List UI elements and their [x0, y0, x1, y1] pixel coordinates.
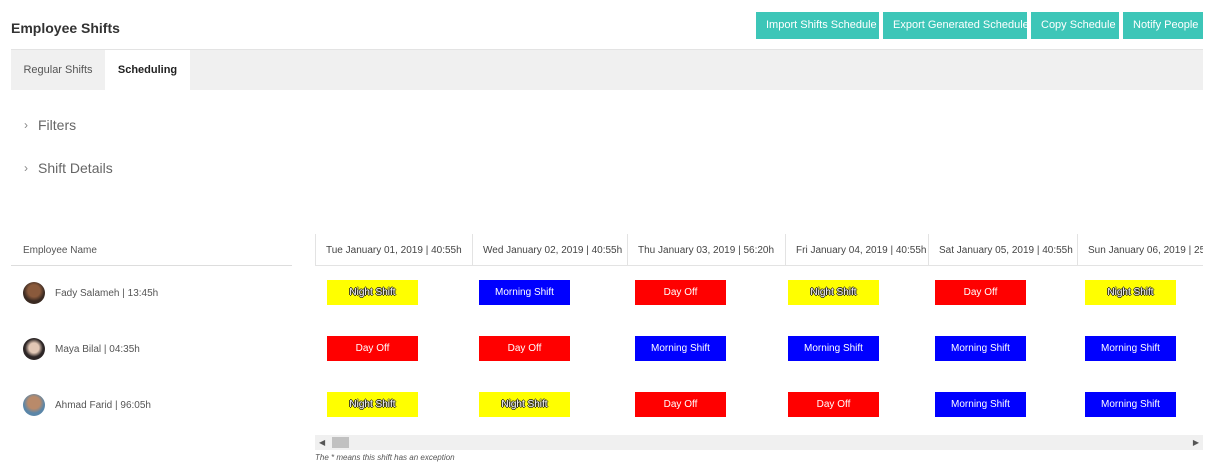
avatar — [23, 282, 45, 304]
date-column-header: Thu January 03, 2019 | 56:20h — [627, 234, 785, 266]
copy-schedule-button[interactable]: Copy Schedule — [1031, 12, 1119, 39]
shift-cell[interactable]: Night Shift — [327, 280, 418, 305]
export-schedule-button[interactable]: Export Generated Schedule — [883, 12, 1029, 39]
shift-cell[interactable]: Night Shift — [327, 392, 418, 417]
shift-cell[interactable]: Morning Shift — [1085, 392, 1176, 417]
employee-row[interactable]: Ahmad Farid | 96:05h — [23, 393, 151, 417]
employee-name: Fady Salameh | 13:45h — [55, 287, 159, 299]
shift-cell[interactable]: Night Shift — [479, 392, 570, 417]
date-column-header: Sun January 06, 2019 | 25 — [1077, 234, 1203, 266]
shift-details-label: Shift Details — [38, 160, 113, 176]
filters-label: Filters — [38, 117, 77, 133]
date-column-header: Wed January 02, 2019 | 40:55h — [472, 234, 627, 266]
schedule-grid: Tue January 01, 2019 | 40:55h Wed Januar… — [315, 234, 1203, 452]
scroll-right-icon[interactable]: ▶ — [1193, 435, 1199, 450]
shift-cell[interactable]: Day Off — [635, 392, 726, 417]
scroll-left-icon[interactable]: ◀ — [319, 435, 325, 450]
chevron-right-icon: › — [24, 118, 28, 132]
chevron-right-icon: › — [24, 161, 28, 175]
employee-name: Maya Bilal | 04:35h — [55, 343, 140, 355]
date-column-header: Fri January 04, 2019 | 40:55h — [785, 234, 928, 266]
action-bar: Import Shifts Schedule Export Generated … — [756, 12, 1203, 39]
shift-cell[interactable]: Day Off — [635, 280, 726, 305]
page-title: Employee Shifts — [11, 20, 120, 36]
shift-cell[interactable]: Morning Shift — [635, 336, 726, 361]
tab-regular-shifts[interactable]: Regular Shifts — [11, 50, 105, 90]
shift-cell[interactable]: Morning Shift — [935, 392, 1026, 417]
tabs-bar: Regular Shifts Scheduling — [11, 50, 1203, 90]
shift-cell[interactable]: Morning Shift — [479, 280, 570, 305]
employee-name: Ahmad Farid | 96:05h — [55, 399, 151, 411]
notify-people-button[interactable]: Notify People — [1123, 12, 1203, 39]
avatar — [23, 394, 45, 416]
exception-footnote: The * means this shift has an exception — [315, 453, 455, 462]
shift-cell[interactable]: Night Shift — [1085, 280, 1176, 305]
date-column-header: Sat January 05, 2019 | 40:55h — [928, 234, 1077, 266]
date-column-header: Tue January 01, 2019 | 40:55h — [315, 234, 472, 266]
avatar — [23, 338, 45, 360]
shift-cell[interactable]: Night Shift — [788, 280, 879, 305]
employee-name-column-header: Employee Name — [11, 237, 292, 266]
shift-cell[interactable]: Morning Shift — [1085, 336, 1176, 361]
horizontal-scrollbar[interactable]: ◀ ▶ — [315, 435, 1203, 450]
shift-cell[interactable]: Day Off — [935, 280, 1026, 305]
employee-row[interactable]: Maya Bilal | 04:35h — [23, 337, 140, 361]
scrollbar-thumb[interactable] — [332, 437, 349, 448]
employee-row[interactable]: Fady Salameh | 13:45h — [23, 281, 158, 305]
shift-cell[interactable]: Day Off — [327, 336, 418, 361]
import-shifts-button[interactable]: Import Shifts Schedule — [756, 12, 879, 39]
filters-toggle[interactable]: › Filters — [24, 117, 76, 133]
shift-cell[interactable]: Day Off — [788, 392, 879, 417]
shift-details-toggle[interactable]: › Shift Details — [24, 160, 113, 176]
shift-cell[interactable]: Day Off — [479, 336, 570, 361]
tab-scheduling[interactable]: Scheduling — [105, 50, 190, 90]
shift-cell[interactable]: Morning Shift — [788, 336, 879, 361]
shift-cell[interactable]: Morning Shift — [935, 336, 1026, 361]
